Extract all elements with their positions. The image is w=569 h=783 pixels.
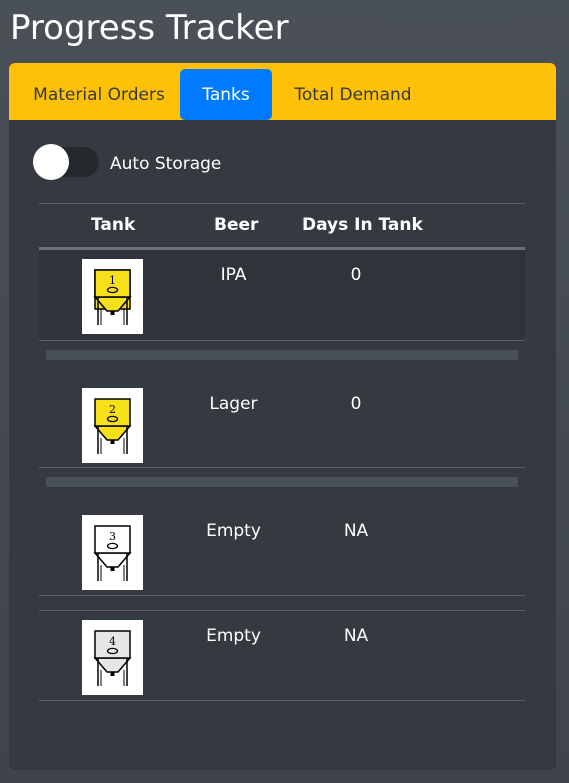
tank-number: 3 [109,530,116,543]
table-row[interactable]: 4 Empty NA [39,610,525,701]
days-cell: NA [343,521,369,541]
column-header-tank: Tank [91,215,136,235]
days-cell: 0 [350,265,362,285]
tab-tanks[interactable]: Tanks [180,69,272,120]
tank-number: 2 [109,403,116,416]
tab-total-demand[interactable]: Total Demand [281,69,425,120]
tracker-panel: Material Orders Tanks Total Demand Auto … [9,63,556,770]
tanks-table: Tank Beer Days In Tank 1 IPA 0 2 Lager 0… [39,203,525,701]
beer-cell: IPA [220,265,247,285]
auto-storage-toggle[interactable] [33,144,99,180]
page-title: Progress Tracker [10,8,289,48]
table-row[interactable]: 1 IPA 0 [39,250,525,341]
tank-number: 4 [109,635,116,648]
progress-bar [46,350,518,360]
beer-cell: Lager [209,394,258,414]
table-row[interactable]: 2 Lager 0 [39,379,525,468]
beer-cell: Empty [206,626,261,646]
tank-icon: 4 [82,620,143,695]
tank-number: 1 [109,274,116,287]
table-header: Tank Beer Days In Tank [39,203,525,250]
tank-icon: 3 [82,515,143,590]
days-cell: 0 [350,394,362,414]
tab-material-orders[interactable]: Material Orders [19,69,179,120]
table-row[interactable]: 3 Empty NA [39,506,525,596]
progress-bar [46,477,518,487]
tank-icon: 1 [82,259,143,334]
toggle-knob [33,144,69,180]
column-header-beer: Beer [214,215,259,235]
column-header-days: Days In Tank [302,215,423,235]
beer-cell: Empty [206,521,261,541]
row-gap [39,596,525,610]
tank-icon: 2 [82,388,143,463]
progress-slot [39,468,525,506]
tab-bar: Material Orders Tanks Total Demand [9,63,556,120]
days-cell: NA [343,626,369,646]
auto-storage-label: Auto Storage [110,154,222,174]
progress-slot [39,341,525,379]
